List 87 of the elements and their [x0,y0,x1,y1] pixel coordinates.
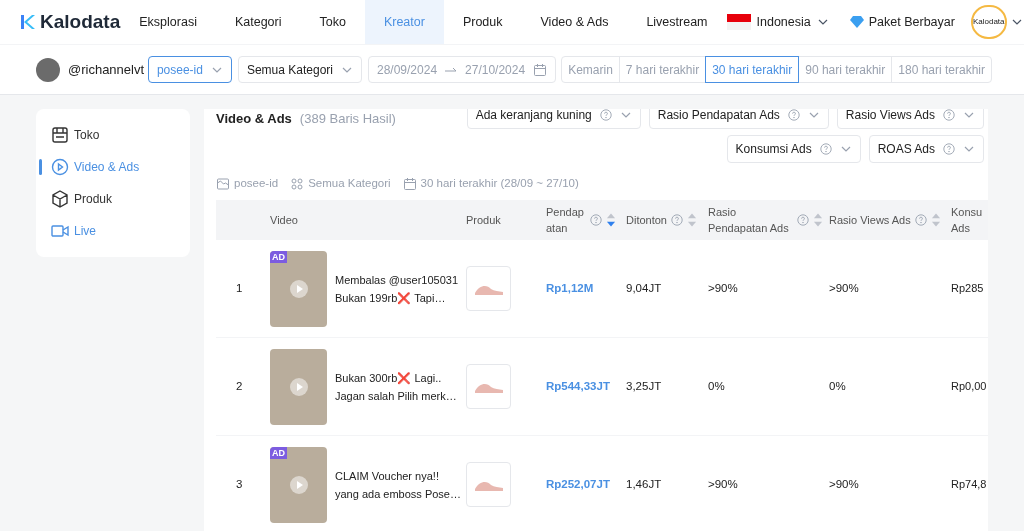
avatar-label: Kalodata [972,18,1005,26]
help-icon [914,214,927,227]
date-to: 27/10/2024 [465,61,526,79]
product-image[interactable] [466,266,511,312]
shop-icon [216,176,230,191]
play-icon [288,278,309,299]
product-image[interactable] [466,462,511,508]
video-title[interactable]: CLAIM Voucher nya!! yang ada emboss Pose… [335,466,463,503]
plan-link[interactable]: Paket Berbayar [848,12,955,32]
help-icon [599,109,612,121]
column-header: Produk [466,213,501,229]
nav-tab[interactable]: Kategori [215,0,301,44]
calendar-icon [402,176,417,191]
play-icon [288,376,309,397]
avatar[interactable]: Kalodata [970,5,1007,39]
filter-dropdown[interactable]: Rasio Views Ads [836,109,984,129]
nav-tab[interactable]: Produk [443,0,522,44]
creator-name: @richannelvt [68,60,145,79]
column-header: Video [270,213,298,229]
help-icon [819,143,832,155]
logo-icon [20,14,36,30]
help-icon [943,109,955,121]
help-icon [943,143,955,155]
video-title[interactable]: Membalas @user105031 Bukan 199rb❌ Tapi… [335,270,463,307]
video-title[interactable]: Bukan 300rb❌ Lagi.. Jagan salah Pilih merk… [335,368,463,405]
date-from: 28/09/2024 [377,61,438,79]
nav-tab[interactable]: Toko [300,0,365,44]
country-selector[interactable]: Indonesia [726,12,829,32]
store-icon [50,125,70,145]
sort-icon[interactable] [687,213,697,228]
filter-summary: Semua Kategori [308,176,391,191]
table-cell: 9,04JT [626,282,662,295]
table-cell: >90% [829,282,859,295]
help-icon [797,214,809,227]
box-icon [50,189,70,209]
diamond-icon [848,14,865,30]
filter-dropdown[interactable]: ROAS Ads [868,135,984,163]
table-cell: >90% [829,478,859,491]
section-title: Video & Ads [216,110,292,128]
table-cell: >90% [708,478,738,491]
sidebar-item[interactable]: Toko [36,119,190,151]
ad-badge: AD [270,250,287,263]
help-icon [787,109,800,121]
grid-icon [290,176,305,191]
video-thumbnail[interactable] [270,348,327,425]
brand-name: Kalodata [40,9,121,34]
sort-icon[interactable] [813,213,823,228]
category-select[interactable]: Semua Kategori [237,56,362,83]
video-thumbnail[interactable]: AD [270,250,327,327]
column-header: Rasio Pendapatan Ads [708,205,790,237]
column-header: Pendapatan [546,205,585,237]
filter-dropdown[interactable]: Ada keranjang kuning [466,109,641,129]
filter-summary: posee-id [234,176,279,191]
nav-tab[interactable]: Eksplorasi [120,0,216,44]
table-cell: 1,46JT [626,478,662,491]
table-cell-text: 3 [235,477,244,493]
creator-avatar [36,57,60,82]
ad-badge: AD [270,446,287,459]
result-count: (389 Baris Hasil) [299,110,396,128]
nav-tab[interactable]: Livestream [627,0,727,44]
table-cell: Rp285 [951,282,984,295]
table-cell: >90% [708,282,738,295]
help-icon [590,214,602,227]
flag-icon [726,14,751,30]
sort-icon[interactable] [930,213,941,228]
play-circle-icon [50,157,70,177]
table-cell: 3,25JT [626,380,662,393]
column-header: Konsu Ads [951,205,984,237]
table-cell-text: 1 [235,281,244,297]
table-cell: 0% [829,380,846,393]
calendar-icon [533,62,548,77]
filter-dropdown[interactable]: Rasio Pendapatan Ads [648,109,829,129]
filter-dropdown[interactable]: Konsumsi Ads [726,135,861,163]
sort-icon[interactable] [606,213,616,228]
table-cell-text: 2 [235,379,244,395]
play-icon [288,474,309,495]
table-cell: Rp0,00 [951,380,987,393]
filter-summary: 30 hari terakhir (28/09 ~ 27/10) [420,176,579,191]
table-cell: 0% [708,380,725,393]
product-image[interactable] [466,364,511,410]
help-icon [671,214,683,227]
column-header: Ditonton [626,213,667,229]
table-cell: Rp74,8 [951,478,987,491]
column-header: Rasio Views Ads [829,213,911,229]
sidebar-item[interactable]: Produk [36,183,190,215]
video-thumbnail[interactable]: AD [270,446,327,523]
nav-tab[interactable]: Video & Ads [521,0,628,44]
